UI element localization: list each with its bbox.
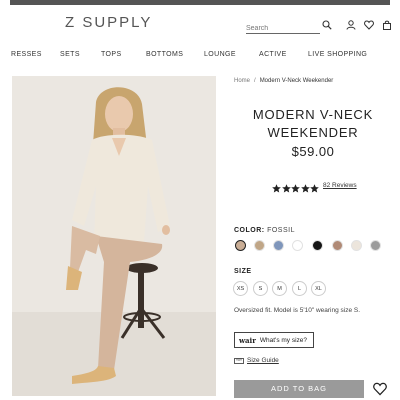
nav-item-active[interactable]: ACTIVE (259, 51, 287, 58)
nav-item-tops[interactable]: TOPS (101, 51, 122, 58)
breadcrumb-separator: / (254, 78, 256, 84)
search-field[interactable] (246, 17, 320, 34)
color-swatch[interactable] (332, 240, 343, 251)
search-icon[interactable] (322, 20, 332, 30)
size-option[interactable]: XS (233, 281, 248, 296)
size-guide-link[interactable]: Size Guide (234, 357, 279, 364)
color-swatch[interactable] (312, 240, 323, 251)
product-price: $59.00 (291, 144, 335, 159)
wair-size-button[interactable]: wair What's my size? (234, 332, 314, 348)
size-option[interactable]: L (292, 281, 307, 296)
product-photo[interactable] (12, 76, 216, 396)
main-nav: RESSES SETS TOPS BOTTOMS LOUNGE ACTIVE L… (0, 51, 400, 61)
product-title: MODERN V-NECK WEEKENDER (236, 106, 390, 142)
color-value: FOSSIL (267, 227, 295, 234)
reviews-link[interactable]: 82 Reviews (323, 182, 357, 189)
ruler-icon (234, 357, 244, 364)
color-swatch[interactable] (273, 240, 284, 251)
color-swatch[interactable] (254, 240, 265, 251)
size-guide-text: Size Guide (247, 357, 279, 364)
color-label-text: COLOR: (234, 227, 265, 234)
star-icon (281, 184, 291, 193)
nav-item-bottoms[interactable]: BOTTOMS (146, 51, 183, 58)
top-bar (10, 0, 390, 5)
wair-logo: wair (239, 335, 256, 345)
breadcrumb-home[interactable]: Home (234, 78, 250, 84)
star-icon (272, 184, 281, 193)
add-to-bag-button[interactable]: ADD TO BAG (234, 380, 364, 398)
size-label: SIZE (234, 268, 252, 275)
size-option[interactable]: S (253, 281, 268, 296)
wair-text: What's my size? (259, 336, 308, 344)
wishlist-heart-icon[interactable] (373, 382, 387, 396)
star-icon (310, 184, 319, 193)
color-swatch[interactable] (351, 240, 362, 251)
model-illustration (12, 76, 216, 396)
product-title-line-2: WEEKENDER (267, 125, 359, 140)
size-option[interactable]: M (272, 281, 287, 296)
nav-item-sets[interactable]: SETS (60, 51, 80, 58)
product-title-line-1: MODERN V-NECK (252, 107, 374, 122)
breadcrumb: Home / Modern V-Neck Weekender (234, 78, 333, 84)
nav-item-lounge[interactable]: LOUNGE (204, 51, 236, 58)
search-input[interactable] (246, 23, 316, 34)
nav-item-dresses[interactable]: RESSES (11, 51, 42, 58)
star-rating[interactable] (272, 180, 320, 193)
fit-note: Oversized fit. Model is 5'10" wearing si… (234, 307, 361, 314)
star-icon (291, 184, 300, 193)
color-swatch[interactable] (292, 240, 303, 251)
breadcrumb-current: Modern V-Neck Weekender (259, 78, 334, 84)
star-icon (300, 184, 310, 193)
color-label: COLOR: FOSSIL (234, 227, 295, 234)
logo[interactable]: Z SUPPLY (65, 14, 152, 31)
bag-icon[interactable] (382, 20, 392, 30)
color-swatch[interactable] (370, 240, 381, 251)
color-swatch[interactable] (235, 240, 246, 251)
user-icon[interactable] (346, 20, 356, 30)
size-option[interactable]: XL (311, 281, 326, 296)
nav-item-live-shopping[interactable]: LIVE SHOPPING (308, 51, 367, 58)
heart-icon[interactable] (364, 20, 374, 30)
